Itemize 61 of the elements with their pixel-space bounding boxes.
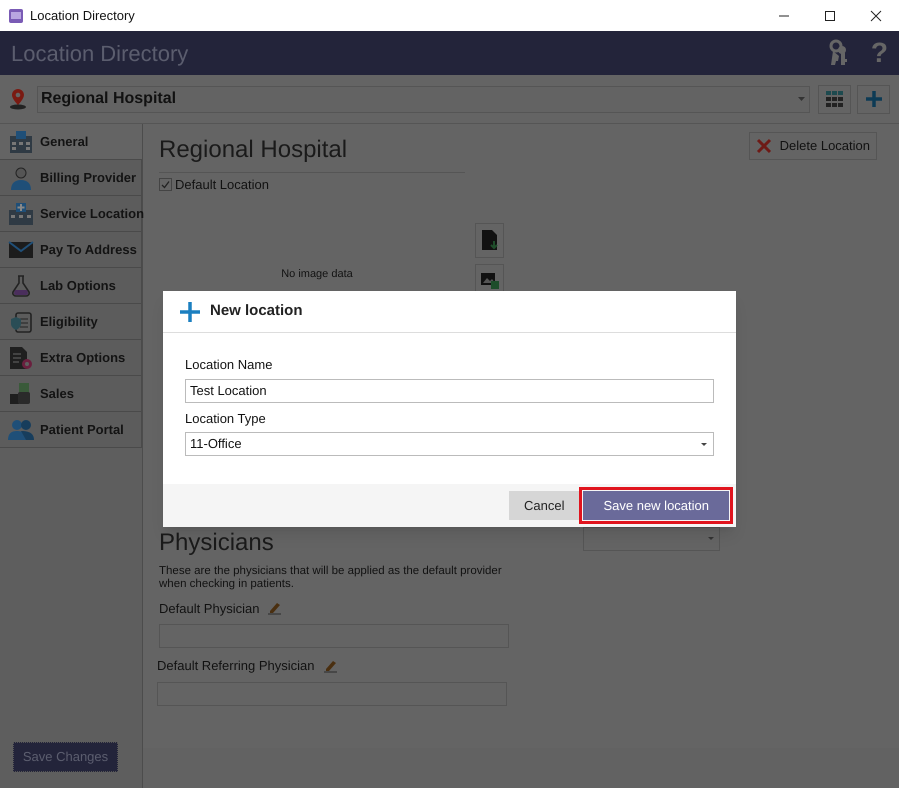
dropdown-caret-icon bbox=[708, 537, 714, 540]
dialog-title: New location bbox=[210, 301, 303, 322]
delete-icon bbox=[756, 138, 772, 154]
plus-icon bbox=[180, 302, 200, 322]
save-changes-button[interactable]: Save Changes bbox=[13, 742, 118, 772]
window-title: Location Directory bbox=[30, 6, 135, 25]
sidebar-item[interactable]: Service Location bbox=[0, 196, 142, 232]
edit-button[interactable] bbox=[267, 601, 282, 616]
help-button[interactable]: ? bbox=[870, 39, 888, 67]
edit-button[interactable] bbox=[322, 658, 338, 673]
map-pin-icon bbox=[9, 88, 27, 110]
maximize-icon bbox=[824, 10, 836, 22]
app-icon bbox=[8, 8, 24, 24]
location-name-field[interactable]: Test Location bbox=[185, 378, 714, 402]
checkbox[interactable] bbox=[159, 178, 172, 192]
cancel-button[interactable]: Cancel bbox=[509, 491, 580, 520]
grid-icon bbox=[826, 91, 844, 107]
sidebar-item-icon bbox=[8, 166, 34, 190]
sidebar-item[interactable]: Lab Options bbox=[0, 268, 142, 304]
sidebar-item[interactable]: Billing Provider bbox=[0, 160, 142, 196]
location-type-dropdown[interactable]: 11-Office bbox=[185, 432, 714, 456]
pencil-icon bbox=[322, 658, 338, 673]
header-title: Location Directory bbox=[11, 40, 188, 68]
dropdown-caret-icon bbox=[798, 97, 806, 101]
field-label: Default Physician bbox=[159, 600, 260, 618]
plus-icon bbox=[864, 90, 883, 108]
file-download-icon bbox=[480, 229, 498, 251]
image-save-icon bbox=[480, 272, 500, 290]
import-file-button[interactable] bbox=[475, 222, 504, 258]
checkbox-label: Default Location bbox=[175, 176, 269, 194]
check-icon bbox=[161, 180, 170, 190]
keys-icon bbox=[826, 39, 849, 67]
sidebar-item-icon bbox=[8, 202, 34, 226]
add-location-button[interactable] bbox=[857, 84, 890, 114]
section-title: Regional Hospital bbox=[159, 135, 348, 165]
sidebar-item-icon bbox=[8, 346, 34, 370]
field-label: Location Type bbox=[185, 410, 267, 428]
grid-view-button[interactable] bbox=[818, 84, 852, 114]
delete-location-button[interactable]: Delete Location bbox=[748, 132, 877, 160]
sidebar-item[interactable]: Pay To Address bbox=[0, 232, 142, 268]
sidebar-item[interactable]: Sales bbox=[0, 376, 142, 412]
sidebar-item-icon bbox=[8, 310, 34, 334]
close-icon bbox=[870, 10, 882, 22]
sidebar-item-icon bbox=[8, 130, 34, 154]
field-label: Default Referring Physician bbox=[157, 657, 315, 675]
section-heading: Physicians bbox=[159, 528, 274, 558]
sidebar-item[interactable]: Extra Options bbox=[0, 340, 142, 376]
field-label: Location Name bbox=[185, 356, 274, 374]
image-placeholder-text: No image data bbox=[281, 267, 353, 282]
section-description: These are the physicians that will be applied as the default provider when checking in patients. bbox=[159, 564, 503, 590]
sidebar-item-icon bbox=[8, 240, 34, 260]
dropdown-caret-icon bbox=[701, 442, 707, 446]
location-dropdown[interactable]: Regional Hospital bbox=[36, 86, 810, 112]
sidebar-item-icon bbox=[8, 418, 34, 440]
pencil-icon bbox=[267, 601, 282, 616]
save-location-button[interactable]: Save new location bbox=[583, 491, 729, 520]
sidebar-item[interactable]: Eligibility bbox=[0, 304, 142, 340]
sidebar-item[interactable]: Patient Portal bbox=[0, 412, 142, 448]
keys-button[interactable] bbox=[826, 39, 849, 67]
sidebar-item[interactable]: General bbox=[0, 124, 142, 160]
dropdown[interactable] bbox=[583, 526, 720, 550]
